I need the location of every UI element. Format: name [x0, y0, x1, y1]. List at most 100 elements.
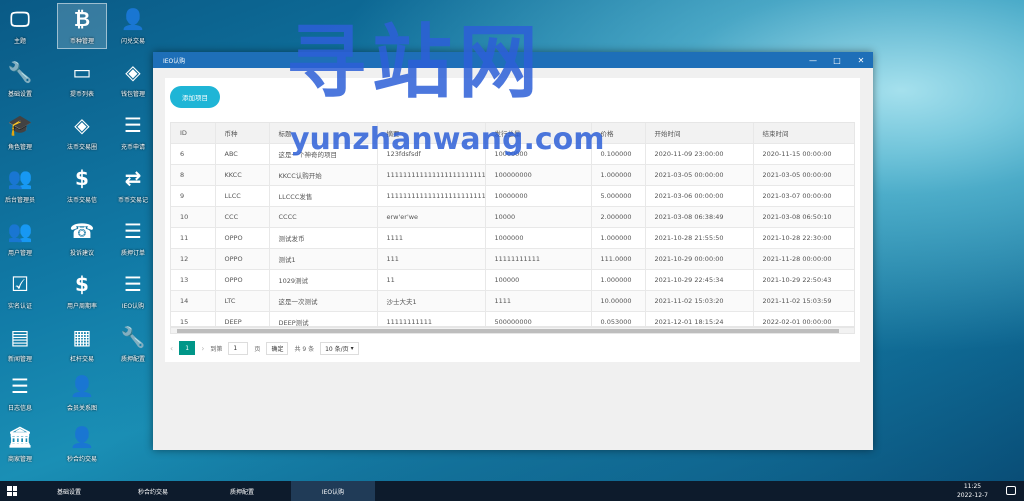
wrench-icon: 🔧 [7, 60, 33, 84]
table-cell: LLCC [215, 185, 270, 207]
desktop-icon-7[interactable]: ◈ 法币交易圈 [58, 110, 106, 154]
table-cell: 10.00000 [591, 290, 646, 312]
maximize-icon[interactable]: □ [825, 52, 849, 68]
desktop-icon-label: 实名认证 [7, 303, 32, 310]
table-cell: 2021-03-06 00:00:00 [645, 185, 754, 207]
table-row[interactable]: 8 KKCC KKCC认购开始 1111111111111111111111111 10… [171, 164, 854, 186]
desktop-icon-6[interactable]: 🎓 角色管理 [0, 110, 44, 154]
table-cell: 9 [171, 185, 216, 207]
desktop-icon-label: 秒合约交易 [66, 456, 97, 463]
desktop-icon-label: IEO认购 [121, 303, 145, 310]
desktop-icon-label: 钱包管理 [120, 91, 145, 98]
desktop-icon-2[interactable]: 👤 闪兑交易 [109, 4, 157, 48]
group-icon: 👥 [7, 219, 33, 243]
ieo-window: IEO认购 — □ ✕ 添加项目 ID 币种 标题 摘要 发行总量 价格 开始时间 结束时间 … [153, 52, 873, 450]
taskbar-task[interactable]: 基础设置 [27, 481, 111, 501]
taskbar-task[interactable]: 秒合约交易 [111, 481, 195, 501]
table-row[interactable]: 10 CCC CCCC erw'er'we 10000 2.000000 2021-03-0… [171, 206, 854, 228]
desktop-icon-11[interactable]: ⇄ 币币交易记 [109, 163, 157, 207]
table-cell: 这是一次测试 [269, 290, 378, 312]
dollar-icon: $ [75, 272, 89, 296]
current-page-button[interactable]: 1 [179, 341, 196, 355]
table-row[interactable]: 11 OPPO 测试发币 1111 1000000 1.000000 2021-10-28 … [171, 227, 854, 249]
desktop-icon-4[interactable]: ▭ 提币列表 [58, 57, 106, 101]
desktop-icon-10[interactable]: $ 法币交易信 [58, 163, 106, 207]
column-header[interactable]: 结束时间 [753, 123, 854, 144]
desktop-icon-13[interactable]: ☎ 投诉建议 [58, 216, 106, 260]
table-row[interactable]: 13 OPPO 1029测试 11 100000 1.000000 2021-10-29 2… [171, 269, 854, 291]
window-title: IEO认购 [163, 57, 186, 65]
desktop-icon-20[interactable]: 🔧 质押配置 [109, 322, 157, 366]
scrollbar-thumb[interactable] [177, 329, 839, 333]
table-cell: 2021-10-29 22:50:43 [753, 269, 854, 291]
taskbar-task[interactable]: 质押配置 [200, 481, 284, 501]
desktop-icon-15[interactable]: ☑ 实名认证 [0, 269, 44, 313]
table-cell: 111 [377, 248, 486, 270]
table-cell: 11111111111 [485, 248, 592, 270]
confirm-button[interactable]: 确定 [266, 341, 289, 355]
notification-icon[interactable] [1006, 486, 1016, 495]
clock[interactable]: 11:25 2022-12-7 [957, 482, 988, 500]
desktop-icon-17[interactable]: ☰ IEO认购 [109, 269, 157, 313]
desktop-icon-22[interactable]: 👤 会员关系图 [58, 371, 106, 415]
desktop-icon-3[interactable]: 🔧 基础设置 [0, 57, 44, 101]
table-cell: 5.000000 [591, 185, 646, 207]
table-cell: 500000000 [485, 311, 592, 326]
desktop-icon-8[interactable]: ☰ 充币申请 [109, 110, 157, 154]
column-header[interactable]: ID [171, 123, 216, 144]
desktop-icon-label: 法币交易圈 [66, 144, 97, 151]
table-cell: 2021-03-05 00:00:00 [645, 164, 754, 186]
table-cell: 11111111111 [377, 311, 486, 326]
next-page-icon[interactable]: › [201, 344, 204, 353]
desktop-icon-18[interactable]: ▤ 新闻管理 [0, 322, 44, 366]
table-row[interactable]: 14 LTC 这是一次测试 沙士大夫1 1111 10.00000 2021-11-02 1… [171, 290, 854, 312]
desktop-icon-5[interactable]: ◈ 钱包管理 [109, 57, 157, 101]
table-cell: OPPO [215, 248, 270, 270]
table-cell: 14 [171, 290, 216, 312]
desktop-icon-label: 闪兑交易 [120, 38, 145, 45]
table-cell: 10000 [485, 206, 592, 228]
desktop-icon-label: 日志信息 [7, 405, 32, 412]
phone-icon: ☎ [69, 219, 95, 243]
column-header[interactable]: 币种 [215, 123, 270, 144]
column-header[interactable]: 开始时间 [645, 123, 754, 144]
horizontal-scrollbar[interactable] [170, 327, 855, 334]
table-cell: 测试1 [269, 248, 378, 270]
desktop-icon-16[interactable]: $ 用户周期率 [58, 269, 106, 313]
taskbar-task[interactable]: IEO认购 [291, 481, 375, 501]
add-project-button[interactable]: 添加项目 [170, 86, 220, 108]
page-input[interactable]: 1 [228, 341, 249, 355]
prev-page-icon[interactable]: ‹ [170, 344, 173, 353]
table-cell: 2020-11-09 23:00:00 [645, 143, 754, 165]
table-cell: 6 [171, 143, 216, 165]
table-cell: CCC [215, 206, 270, 228]
desktop-icon-19[interactable]: ▦ 杠杆交易 [58, 322, 106, 366]
desktop-icon-21[interactable]: ☰ 日志信息 [0, 371, 44, 415]
desktop-icon-12[interactable]: 👥 用户管理 [0, 216, 44, 260]
desktop-icon-9[interactable]: 👥 后台管理员 [0, 163, 44, 207]
desktop-icon-24[interactable]: 👤 秒合约交易 [58, 422, 106, 466]
table-cell: 2021-03-07 00:00:00 [753, 185, 854, 207]
desktop-icon-14[interactable]: ☰ 质押订单 [109, 216, 157, 260]
table-cell: 111.0000 [591, 248, 646, 270]
minimize-icon[interactable]: — [801, 52, 825, 68]
table-cell: 0.053000 [591, 311, 646, 326]
table-cell: 测试发币 [269, 227, 378, 249]
table-row[interactable]: 15 DEEP DEEP测试 11111111111 500000000 0.053000… [171, 311, 854, 326]
bank-icon: 🏛 [7, 425, 33, 449]
page-size-select[interactable]: 10 条/页 ▾ [320, 341, 359, 355]
windows-start-icon[interactable] [7, 486, 17, 496]
desktop-icon-1[interactable]: ₿ 币种管理 [57, 3, 107, 49]
table-row[interactable]: 12 OPPO 测试1 111 11111111111 111.0000 2021-10-2… [171, 248, 854, 270]
close-icon[interactable]: ✕ [849, 52, 873, 68]
desktop-icon-label: 提币列表 [69, 91, 94, 98]
goto-label: 到第 [210, 345, 223, 353]
table-cell: 10000000 [485, 185, 592, 207]
desktop-icon-23[interactable]: 🏛 商家管理 [0, 422, 44, 466]
table-cell: 1.000000 [591, 269, 646, 291]
table-cell: KKCC [215, 164, 270, 186]
desktop-icon-label: 杠杆交易 [69, 356, 94, 363]
table-row[interactable]: 9 LLCC LLCCC发售 1111111111111111111111111 100… [171, 185, 854, 207]
desktop-icon-0[interactable]: 🖵 主题 [0, 4, 44, 48]
desktop-icon-label: 币种管理 [69, 38, 94, 45]
